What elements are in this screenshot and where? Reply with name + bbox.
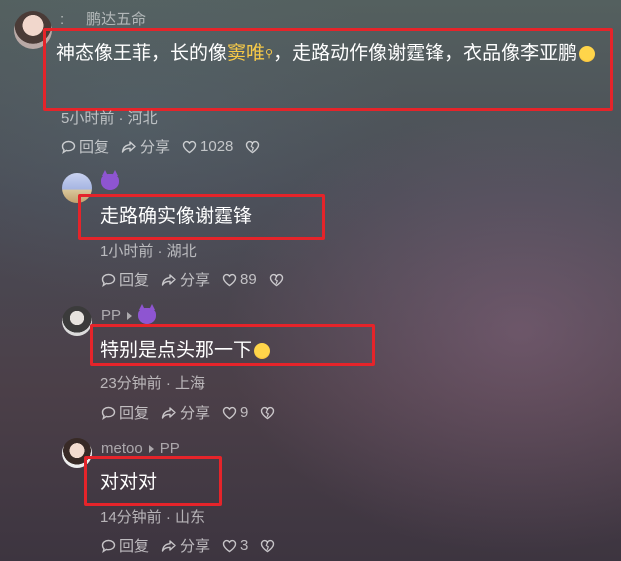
reply-1-username[interactable] [101,170,119,191]
main-username[interactable]: : 鹏达五命 [60,8,146,29]
comment-bubble-icon [61,140,76,154]
comment-bubble-icon [101,273,116,287]
reply-arrow-icon [127,312,133,321]
heart-icon [182,140,197,153]
dislike-button[interactable] [269,273,287,287]
like-button[interactable]: 3 [222,537,248,554]
reply-button[interactable]: 回复 [101,402,149,423]
dislike-button[interactable] [260,539,278,553]
highlight-box-reply-1 [78,194,325,240]
reply-3-username[interactable]: metoo PP [101,440,180,457]
share-arrow-icon [121,140,136,153]
like-button[interactable]: 1028 [182,138,233,155]
share-arrow-icon [161,406,176,419]
broken-heart-icon [261,406,275,419]
reply-button[interactable]: 回复 [61,136,109,157]
main-meta: 5小时前 · 河北 [61,110,158,127]
highlight-box-reply-3 [84,456,222,506]
reply-label: 回复 [119,405,150,422]
highlight-box-main [43,28,613,111]
share-button[interactable]: 分享 [161,269,210,290]
dislike-button[interactable] [260,406,278,420]
heart-icon [222,406,237,419]
reply-1-meta: 1小时前 · 湖北 [100,243,197,260]
like-count: 9 [240,404,249,421]
heart-icon [222,273,237,286]
broken-heart-icon [269,273,283,286]
like-count: 89 [240,271,257,288]
devil-badge-icon [101,170,119,191]
reply-button[interactable]: 回复 [101,535,149,556]
share-button[interactable]: 分享 [161,402,210,423]
reply-button[interactable]: 回复 [101,269,149,290]
like-button[interactable]: 9 [222,404,248,421]
avatar-reply-2[interactable] [62,306,92,336]
comment-bubble-icon [101,539,116,553]
dislike-button[interactable] [245,140,263,154]
reply-label: 回复 [79,139,110,156]
comment-bubble-icon [101,406,116,420]
like-button[interactable]: 89 [222,271,257,288]
heart-icon [222,539,237,552]
broken-heart-icon [246,140,260,153]
reply-2-username[interactable]: PP [101,304,157,325]
reply-2-meta: 23分钟前 · 上海 [100,375,206,392]
share-label: 分享 [180,405,211,422]
reply-to-user[interactable]: PP [160,440,180,457]
share-label: 分享 [180,272,211,289]
share-arrow-icon [161,539,176,552]
like-count: 3 [240,537,249,554]
share-button[interactable]: 分享 [121,136,170,157]
highlight-box-reply-2 [90,324,375,366]
like-count: 1028 [200,138,234,155]
share-arrow-icon [161,273,176,286]
reply-label: 回复 [119,272,150,289]
devil-badge-icon [138,304,157,325]
share-label: 分享 [140,139,171,156]
broken-heart-icon [261,539,275,552]
share-label: 分享 [180,538,211,555]
reply-1-actions: 回复 分享 89 [101,269,299,290]
reply-3-actions: 回复 分享 3 [101,535,290,556]
reply-2-actions: 回复 分享 9 [101,402,290,423]
main-actions: 回复 分享 1028 [61,136,275,157]
reply-label: 回复 [119,538,150,555]
reply-arrow-icon [148,445,154,454]
share-button[interactable]: 分享 [161,535,210,556]
reply-3-meta: 14分钟前 · 山东 [100,509,206,526]
